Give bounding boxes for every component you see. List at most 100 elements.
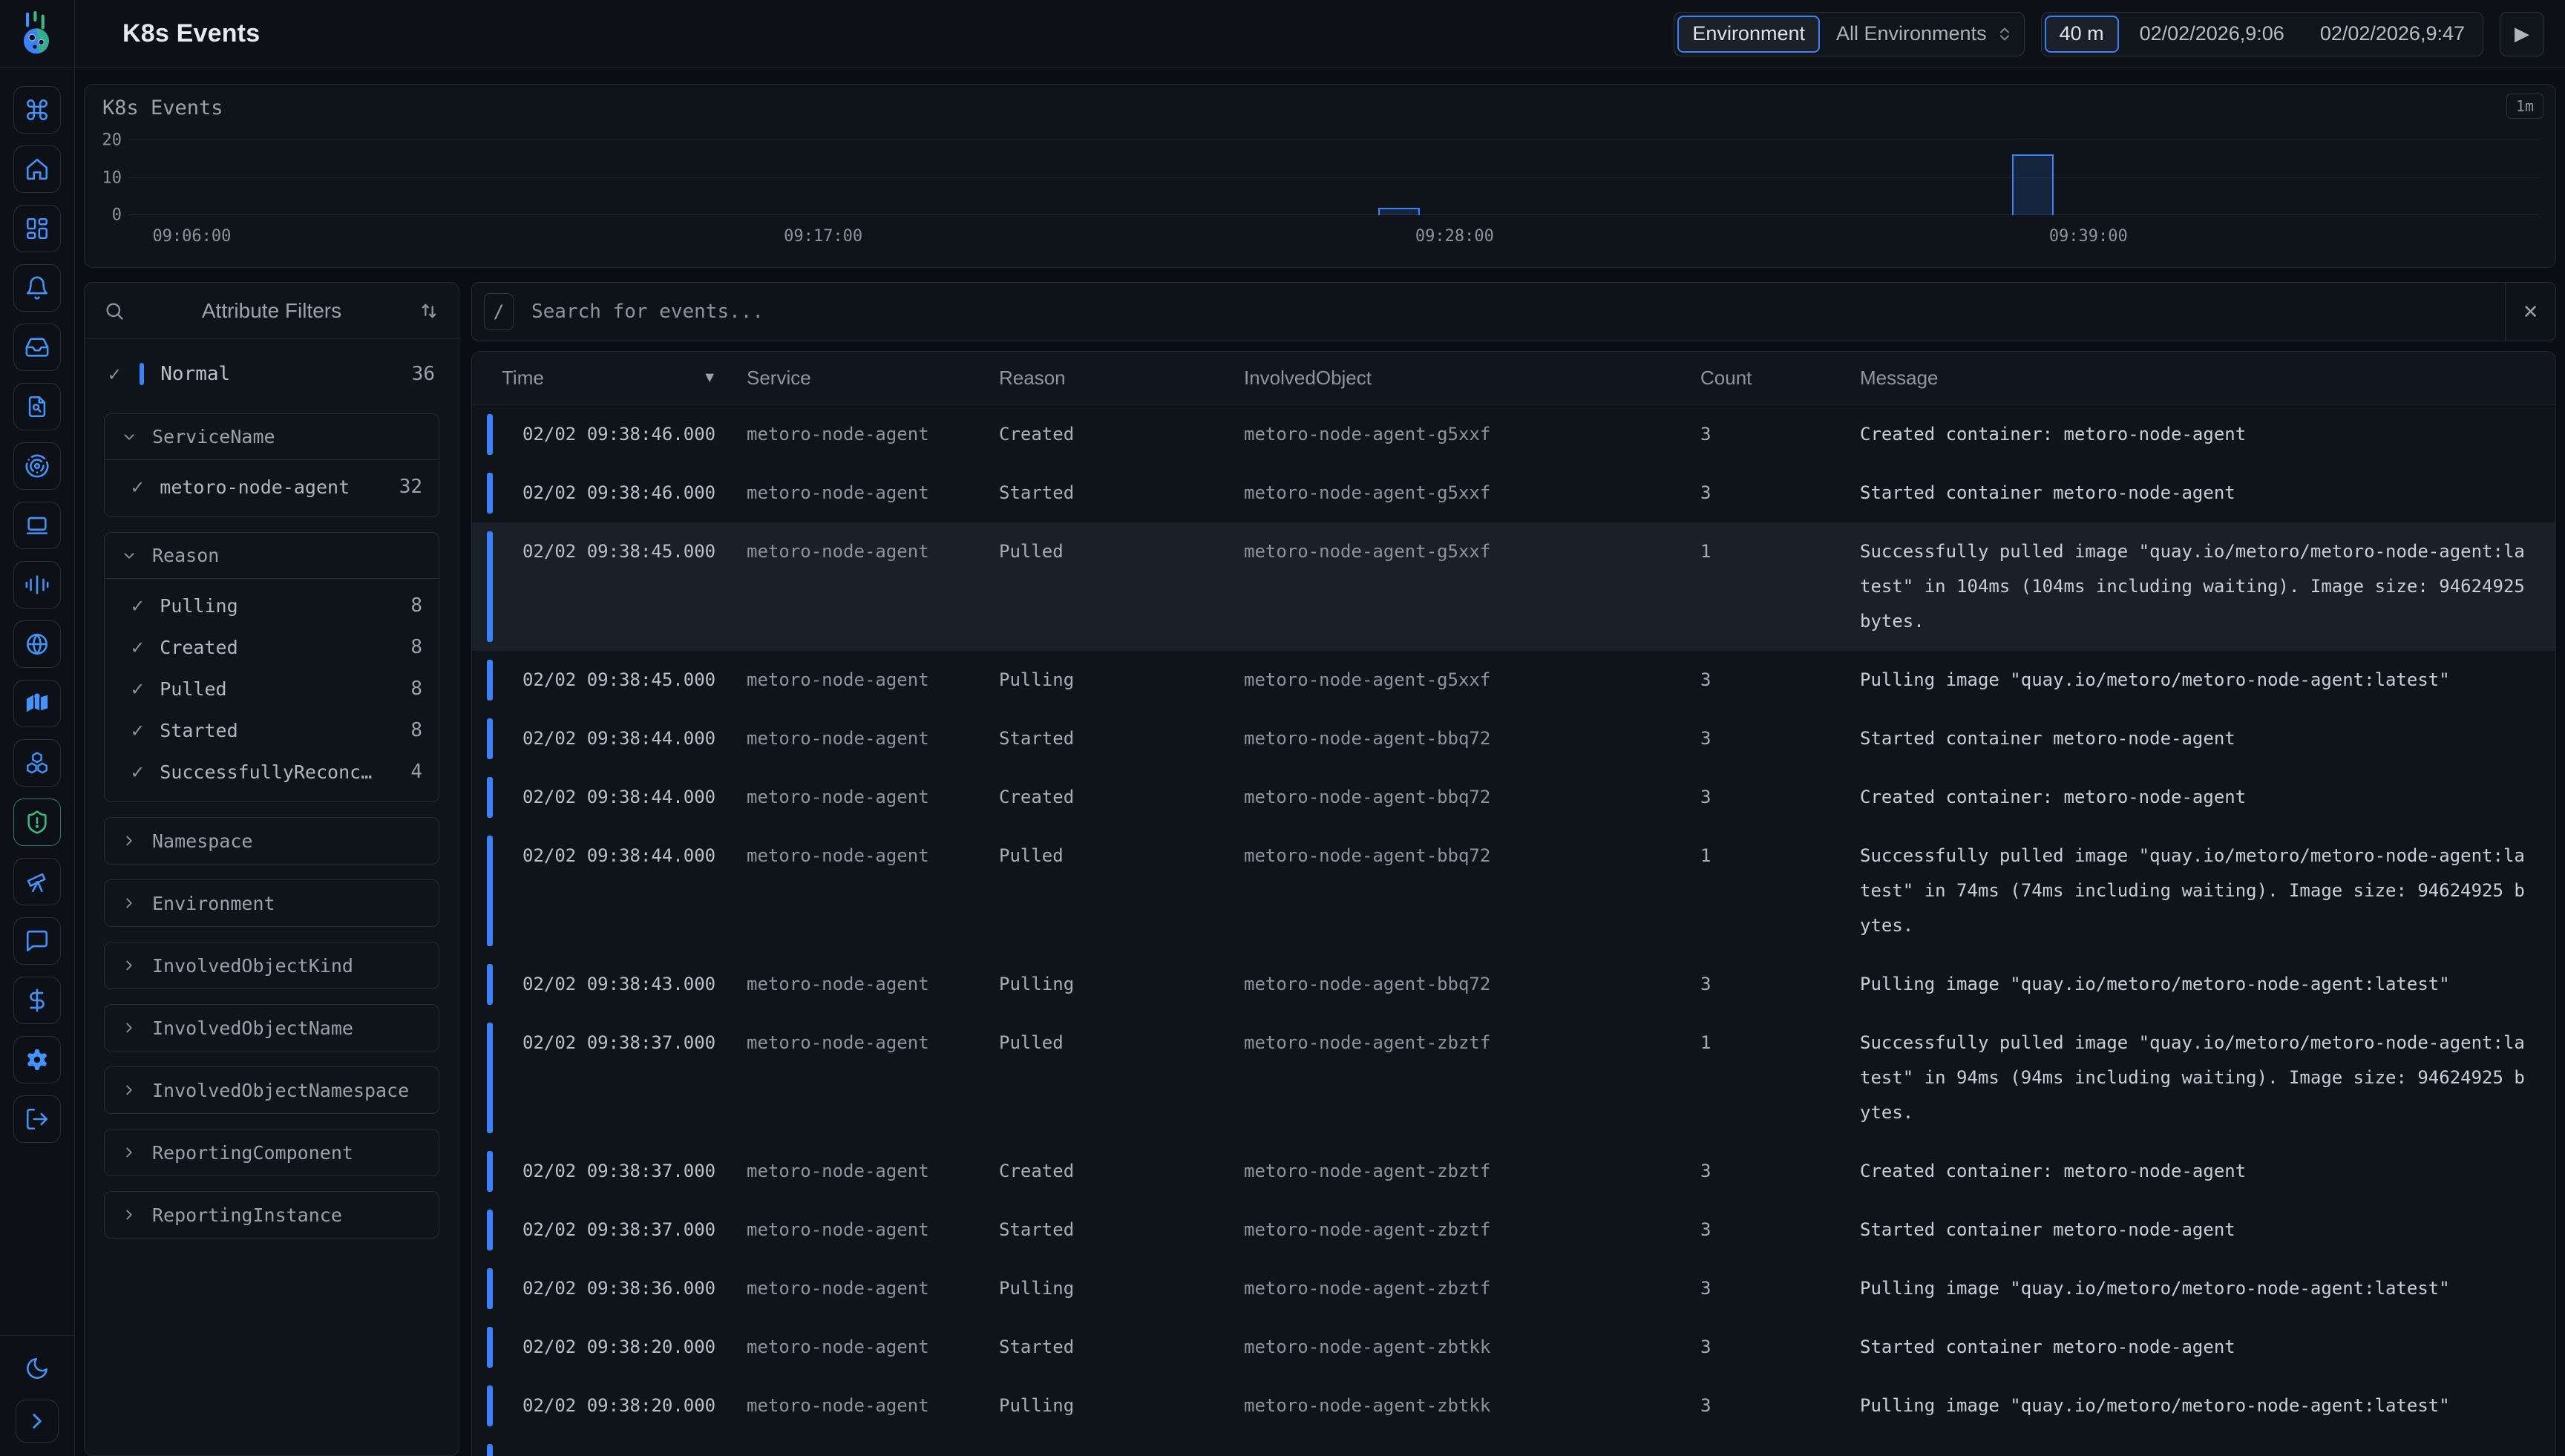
search-icon[interactable]	[104, 301, 125, 321]
dashboard-grid-icon	[24, 216, 50, 241]
filter-count: 4	[410, 761, 422, 783]
table-row[interactable]: 02/02 09:38:44.000 metoro-node-agent Sta…	[472, 709, 2555, 768]
filter-item[interactable]: ✓ SuccessfullyReconc… 4	[121, 751, 422, 793]
sort-arrows-icon[interactable]	[419, 301, 439, 321]
filter-group-header[interactable]: InvolvedObjectNamespace	[105, 1067, 439, 1113]
nav-service-map-button[interactable]	[13, 680, 61, 727]
filter-group-header[interactable]: Environment	[105, 880, 439, 926]
cell-count: 3	[1700, 663, 1860, 698]
nav-k8s-events-button[interactable]	[13, 798, 61, 846]
filter-label: SuccessfullyReconc…	[160, 761, 394, 783]
nav-infrastructure-button[interactable]	[13, 739, 61, 787]
filter-item-normal[interactable]: ✓ Normal 36	[104, 350, 439, 399]
clear-search-button[interactable]: ×	[2505, 283, 2555, 341]
filter-group-header[interactable]: Namespace	[105, 818, 439, 864]
column-header-time[interactable]: Time ▼	[502, 367, 747, 390]
table-row[interactable]: 02/02 09:38:20.000 metoro-node-agent Sta…	[472, 1318, 2555, 1377]
log-search-icon	[24, 394, 50, 419]
chart-bar[interactable]	[2012, 154, 2054, 215]
column-header-message[interactable]: Message	[1860, 367, 2538, 390]
cell-message: Pulling image "quay.io/metoro/metoro-nod…	[1860, 663, 2538, 698]
chart-bar[interactable]	[1378, 208, 1420, 215]
cell-involvedobject: metoro-node-agent-g5xxf	[1244, 663, 1700, 698]
column-header-involvedobject[interactable]: InvolvedObject	[1244, 367, 1700, 390]
filter-group-header[interactable]: InvolvedObjectKind	[105, 942, 439, 988]
column-header-count[interactable]: Count	[1700, 367, 1860, 390]
table-row[interactable]: 02/02 09:38:37.000 metoro-node-agent Sta…	[472, 1201, 2555, 1259]
nav-alerts-button[interactable]	[13, 264, 61, 312]
nav-command-button[interactable]	[13, 86, 61, 134]
severity-indicator	[487, 473, 493, 514]
table-row[interactable]: 02/02 09:38:44.000 metoro-node-agent Cre…	[472, 768, 2555, 827]
table-row[interactable]: 02/02 09:38:37.000 metoro-node-agent Pul…	[472, 1014, 2555, 1142]
nav-metrics-button[interactable]	[13, 561, 61, 609]
events-search-input[interactable]	[531, 301, 2505, 323]
column-header-reason[interactable]: Reason	[999, 367, 1244, 390]
cell-time: 02/02 09:38:37.000	[502, 1026, 747, 1130]
table-row[interactable]: 02/02 09:38:20.000	[472, 1435, 2555, 1456]
nav-costs-button[interactable]	[13, 977, 61, 1024]
filter-item[interactable]: ✓ metoro-node-agent 32	[121, 466, 422, 508]
play-button[interactable]: ▶	[2500, 12, 2544, 56]
filter-group-header[interactable]: InvolvedObjectName	[105, 1005, 439, 1051]
app-logo[interactable]	[0, 0, 74, 68]
time-from-value[interactable]: 02/02/2026,9:06	[2122, 22, 2302, 45]
table-row[interactable]: 02/02 09:38:36.000 metoro-node-agent Pul…	[472, 1259, 2555, 1318]
filters-header: Attribute Filters	[85, 283, 459, 339]
nav-dashboards-button[interactable]	[13, 205, 61, 252]
home-icon	[24, 157, 50, 182]
nav-logout-button[interactable]	[13, 1095, 61, 1143]
cell-reason: Pulling	[999, 1271, 1244, 1306]
nav-traces-button[interactable]	[13, 442, 61, 490]
nav-workloads-button[interactable]	[13, 502, 61, 549]
filter-item[interactable]: ✓ Started 8	[121, 709, 422, 751]
theme-toggle-button[interactable]	[16, 1352, 58, 1385]
table-header-row: Time ▼ Service Reason InvolvedObject Cou…	[472, 352, 2555, 405]
table-row[interactable]: 02/02 09:38:46.000 metoro-node-agent Cre…	[472, 405, 2555, 464]
checkmark-icon: ✓	[131, 476, 143, 499]
cell-count: 3	[1700, 1330, 1860, 1365]
nav-home-button[interactable]	[13, 145, 61, 193]
cell-service: metoro-node-agent	[747, 780, 999, 815]
filter-item[interactable]: ✓ Pulling 8	[121, 585, 422, 626]
cell-involvedobject: metoro-node-agent-bbq72	[1244, 839, 1700, 943]
table-row[interactable]: 02/02 09:38:45.000 metoro-node-agent Pul…	[472, 651, 2555, 709]
page-title: K8s Events	[122, 19, 260, 48]
table-row[interactable]: 02/02 09:38:46.000 metoro-node-agent Sta…	[472, 464, 2555, 522]
environment-label-chip[interactable]: Environment	[1677, 16, 1820, 53]
nav-explore-button[interactable]	[13, 858, 61, 905]
table-row[interactable]: 02/02 09:38:20.000 metoro-node-agent Pul…	[472, 1377, 2555, 1435]
filter-item[interactable]: ✓ Created 8	[121, 626, 422, 668]
nav-logs-button[interactable]	[13, 383, 61, 430]
severity-indicator	[487, 1327, 493, 1368]
expand-sidebar-button[interactable]	[16, 1400, 59, 1443]
telescope-icon	[24, 869, 50, 894]
filter-group-header[interactable]: Reason	[105, 533, 439, 579]
severity-indicator	[487, 660, 493, 701]
filter-count: 8	[410, 719, 422, 741]
filter-group-header[interactable]: ServiceName	[105, 414, 439, 460]
cell-involvedobject: metoro-node-agent-g5xxf	[1244, 534, 1700, 639]
chart-plot-area[interactable]: 01020	[129, 113, 2539, 215]
table-row[interactable]: 02/02 09:38:37.000 metoro-node-agent Cre…	[472, 1142, 2555, 1201]
cell-count: 3	[1700, 417, 1860, 452]
cell-reason	[999, 1447, 1244, 1456]
column-label: Time	[502, 367, 544, 390]
radar-icon	[24, 453, 50, 479]
column-header-service[interactable]: Service	[747, 367, 999, 390]
nav-inbox-button[interactable]	[13, 324, 61, 371]
main-area: K8s Events Environment All Environments …	[75, 0, 2565, 1456]
filter-item[interactable]: ✓ Pulled 8	[121, 668, 422, 709]
time-to-value[interactable]: 02/02/2026,9:47	[2302, 22, 2483, 45]
table-row[interactable]: 02/02 09:38:43.000 metoro-node-agent Pul…	[472, 955, 2555, 1014]
table-row[interactable]: 02/02 09:38:45.000 metoro-node-agent Pul…	[472, 522, 2555, 651]
nav-network-button[interactable]	[13, 620, 61, 668]
filter-group-header[interactable]: ReportingComponent	[105, 1129, 439, 1175]
severity-indicator	[487, 1151, 493, 1192]
environment-select[interactable]: All Environments	[1823, 22, 2024, 45]
nav-chat-button[interactable]	[13, 917, 61, 965]
filter-group-header[interactable]: ReportingInstance	[105, 1192, 439, 1238]
time-range-chip[interactable]: 40 m	[2045, 16, 2119, 53]
table-row[interactable]: 02/02 09:38:44.000 metoro-node-agent Pul…	[472, 827, 2555, 955]
nav-settings-button[interactable]	[13, 1036, 61, 1083]
